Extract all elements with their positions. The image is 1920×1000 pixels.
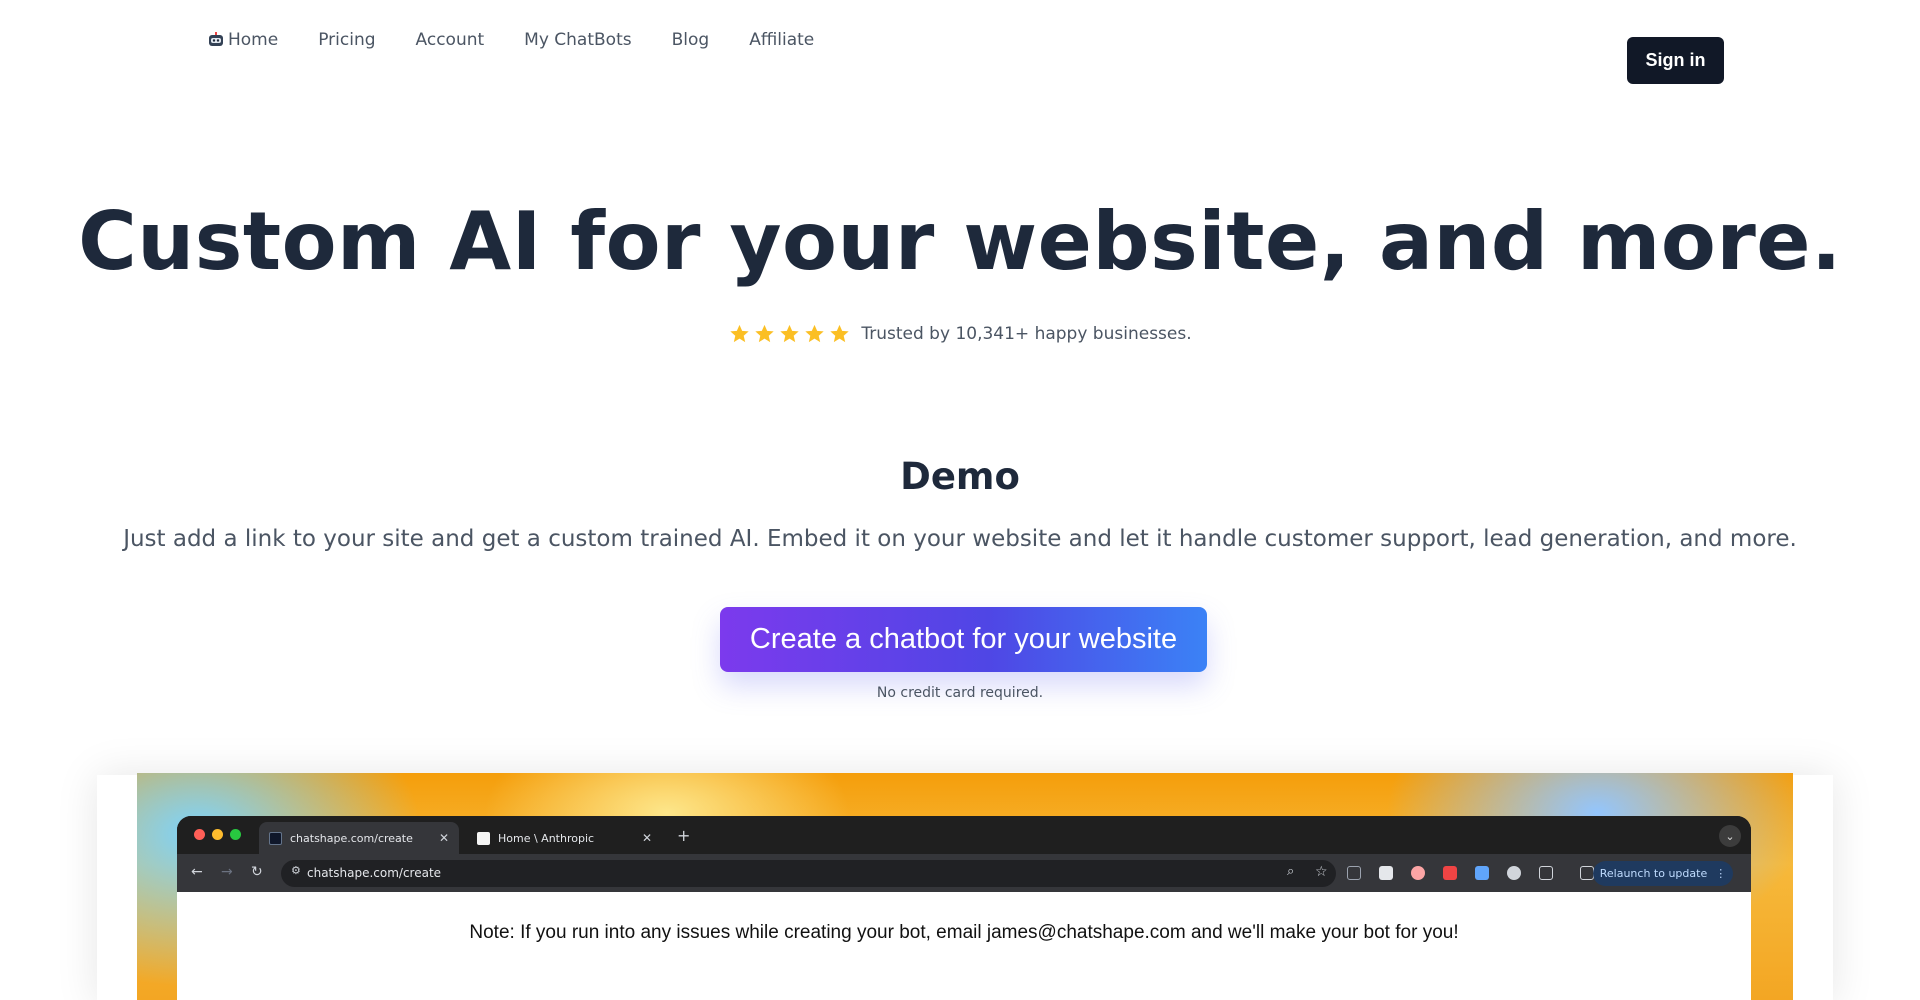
anthropic-icon bbox=[477, 831, 490, 845]
nav-home-label: Home bbox=[228, 30, 279, 50]
close-icon: ✕ bbox=[438, 831, 449, 845]
extension-icon bbox=[1475, 866, 1489, 880]
hero-title: Custom AI for your website, and more. bbox=[78, 195, 1842, 288]
reload-icon: ↻ bbox=[251, 864, 263, 880]
chevron-down-icon: ⌄ bbox=[1719, 825, 1741, 847]
forward-arrow-icon: → bbox=[221, 864, 233, 880]
demo-description: Just add a link to your site and get a c… bbox=[123, 526, 1797, 552]
browser-tab-chatshape: chatshape.com/create ✕ bbox=[259, 822, 459, 854]
close-dot-icon bbox=[194, 829, 205, 840]
tab-label: Home \ Anthropic bbox=[498, 831, 595, 845]
top-nav: Home Pricing Account My ChatBots Blog Af… bbox=[0, 0, 1920, 110]
bookmark-star-icon: ☆ bbox=[1315, 864, 1328, 880]
robot-icon bbox=[269, 831, 282, 845]
nav-links: Home Pricing Account My ChatBots Blog Af… bbox=[207, 30, 854, 50]
sidepanel-icon bbox=[1580, 866, 1594, 880]
relaunch-label: Relaunch to update bbox=[1599, 867, 1708, 880]
address-url: chatshape.com/create bbox=[307, 866, 442, 880]
window-controls bbox=[194, 829, 248, 840]
screenshot-icon bbox=[1347, 866, 1361, 880]
nav-account-link[interactable]: Account bbox=[416, 30, 485, 50]
site-settings-icon: ⚙ bbox=[291, 864, 301, 877]
extension-icon bbox=[1379, 866, 1393, 880]
nav-blog-link[interactable]: Blog bbox=[672, 30, 710, 50]
trust-row: Trusted by 10,341+ happy businesses. bbox=[0, 323, 1920, 345]
page-note: Note: If you run into any issues while c… bbox=[469, 922, 1459, 943]
sign-in-button[interactable]: Sign in bbox=[1627, 37, 1724, 84]
nav-home-link[interactable]: Home bbox=[207, 30, 278, 50]
more-vertical-icon: ⋮ bbox=[1715, 867, 1727, 880]
tab-label: chatshape.com/create bbox=[290, 831, 413, 845]
cta-note: No credit card required. bbox=[876, 685, 1044, 701]
nav-affiliate-link[interactable]: Affiliate bbox=[749, 30, 814, 50]
demo-title: Demo bbox=[900, 455, 1020, 498]
browser-toolbar: ← → ↻ ⚙ chatshape.com/create ⌕ ☆ Relaunc… bbox=[177, 854, 1751, 892]
back-arrow-icon: ← bbox=[191, 864, 203, 880]
nav-pricing-link[interactable]: Pricing bbox=[318, 30, 375, 50]
minimize-dot-icon bbox=[212, 829, 223, 840]
extension-icon bbox=[1507, 866, 1521, 880]
browser-tab-anthropic: Home \ Anthropic ✕ bbox=[467, 822, 662, 854]
star-icon bbox=[805, 324, 825, 343]
close-icon: ✕ bbox=[641, 831, 652, 845]
browser-tab-bar: chatshape.com/create ✕ Home \ Anthropic … bbox=[177, 816, 1751, 854]
trust-text: Trusted by 10,341+ happy businesses. bbox=[861, 324, 1192, 344]
plus-icon: + bbox=[677, 826, 691, 845]
rating-stars bbox=[728, 323, 853, 345]
star-icon bbox=[830, 324, 850, 343]
browser-window-mockup: chatshape.com/create ✕ Home \ Anthropic … bbox=[177, 816, 1751, 1000]
create-chatbot-button[interactable]: Create a chatbot for your website bbox=[720, 607, 1207, 672]
star-icon bbox=[730, 324, 750, 343]
nav-my-chatbots-link[interactable]: My ChatBots bbox=[524, 30, 631, 50]
maximize-dot-icon bbox=[230, 829, 241, 840]
browser-page-content: Note: If you run into any issues while c… bbox=[177, 892, 1751, 1000]
star-icon bbox=[780, 324, 800, 343]
robot-icon bbox=[209, 32, 223, 46]
zoom-icon: ⌕ bbox=[1287, 864, 1295, 879]
demo-video[interactable]: chatshape.com/create ✕ Home \ Anthropic … bbox=[137, 773, 1793, 1000]
puzzle-icon bbox=[1539, 866, 1553, 880]
extension-icon bbox=[1411, 866, 1425, 880]
pocket-icon bbox=[1443, 866, 1457, 880]
star-icon bbox=[755, 324, 775, 343]
relaunch-button: Relaunch to update ⋮ bbox=[1593, 861, 1733, 886]
